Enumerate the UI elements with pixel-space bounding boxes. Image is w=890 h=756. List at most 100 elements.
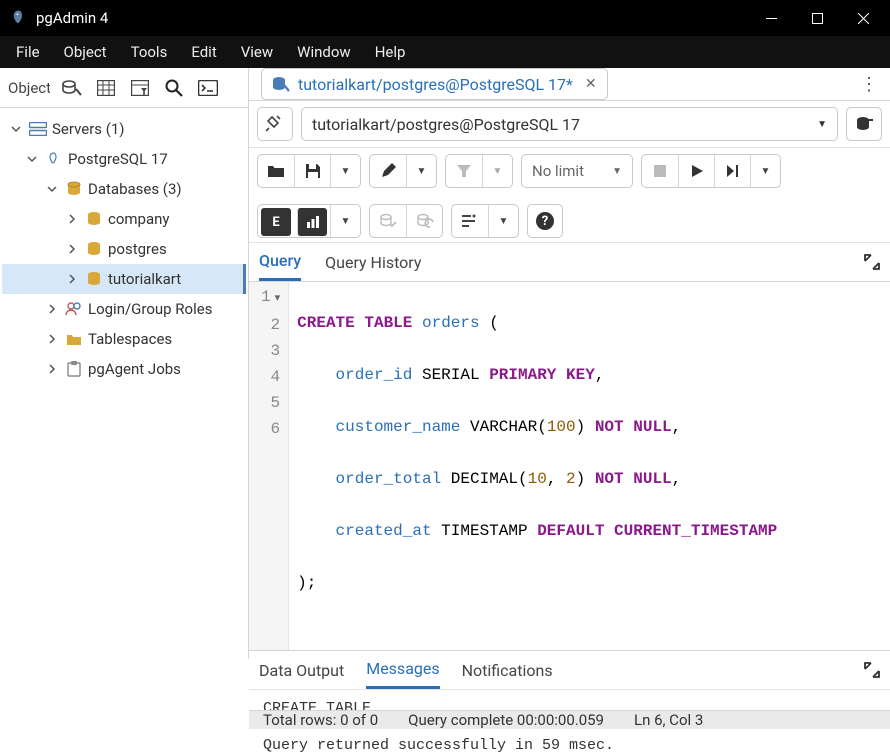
editor-gutter: 1▾ 2 3 4 5 6: [249, 282, 289, 650]
editor-code[interactable]: CREATE TABLE orders ( order_id SERIAL PR…: [289, 282, 785, 650]
menu-file[interactable]: File: [6, 39, 50, 65]
macros-button[interactable]: [452, 205, 488, 237]
maximize-button[interactable]: [794, 0, 840, 36]
stop-button[interactable]: [642, 155, 678, 187]
filter-rows-icon[interactable]: [124, 73, 156, 103]
edit-button[interactable]: [370, 155, 406, 187]
tree-label: Servers (1): [52, 120, 125, 138]
tree-node-db-tutorialkart[interactable]: tutorialkart: [2, 264, 246, 294]
tree-node-databases[interactable]: Databases (3): [2, 174, 246, 204]
view-data-icon[interactable]: [90, 73, 122, 103]
execute-button[interactable]: [678, 155, 714, 187]
status-bar: Total rows: 0 of 0 Query complete 00:00:…: [249, 710, 890, 729]
folder-icon: [64, 332, 84, 346]
close-button[interactable]: [840, 0, 886, 36]
explain-analyze-button[interactable]: [297, 208, 327, 236]
svg-text:?: ?: [542, 214, 548, 229]
tool-tab-title: tutorialkart/postgres@PostgreSQL 17*: [298, 75, 573, 94]
chevron-right-icon[interactable]: [44, 334, 60, 344]
tree-node-tablespaces[interactable]: Tablespaces: [2, 324, 246, 354]
tab-data-output[interactable]: Data Output: [259, 653, 344, 688]
chevron-right-icon[interactable]: [44, 304, 60, 314]
fold-icon[interactable]: ▾: [275, 286, 281, 312]
chevron-right-icon[interactable]: [64, 274, 80, 284]
explain-dropdown[interactable]: ▼: [330, 205, 360, 237]
tree-label: PostgreSQL 17: [68, 150, 168, 168]
menu-view[interactable]: View: [231, 39, 283, 65]
connection-status-icon[interactable]: [257, 107, 293, 141]
tool-tab[interactable]: tutorialkart/postgres@PostgreSQL 17* ✕: [261, 68, 608, 100]
menu-tools[interactable]: Tools: [121, 39, 178, 65]
tree-label: Login/Group Roles: [88, 300, 212, 318]
explain-button[interactable]: E: [261, 208, 291, 236]
tree-node-pgagent[interactable]: pgAgent Jobs: [2, 354, 246, 384]
window-title: pgAdmin 4: [36, 9, 748, 27]
query-tool-icon[interactable]: [56, 73, 88, 103]
search-objects-icon[interactable]: [158, 73, 190, 103]
clipboard-icon: [64, 361, 84, 377]
tree-node-login-roles[interactable]: Login/Group Roles: [2, 294, 246, 324]
connection-value: tutorialkart/postgres@PostgreSQL 17: [312, 115, 580, 134]
chevron-down-icon[interactable]: [24, 154, 40, 164]
filter-button[interactable]: [446, 155, 482, 187]
chevron-down-icon: ▼: [817, 119, 827, 130]
database-icon: [84, 211, 104, 227]
tab-close-icon[interactable]: ✕: [585, 76, 597, 92]
tree-node-postgresql17[interactable]: PostgreSQL 17: [2, 144, 246, 174]
limit-dropdown[interactable]: No limit ▼: [522, 155, 632, 187]
connection-dropdown[interactable]: tutorialkart/postgres@PostgreSQL 17 ▼: [301, 107, 838, 141]
menubar: File Object Tools Edit View Window Help: [0, 36, 890, 68]
chevron-right-icon[interactable]: [64, 244, 80, 254]
execute-script-button[interactable]: [714, 155, 750, 187]
save-button[interactable]: [294, 155, 330, 187]
tab-query[interactable]: Query: [259, 243, 301, 281]
chevron-right-icon[interactable]: [64, 214, 80, 224]
window-titlebar: pgAdmin 4: [0, 0, 890, 36]
menu-window[interactable]: Window: [287, 39, 361, 65]
query-tabs: Query Query History: [249, 243, 890, 282]
tab-query-history[interactable]: Query History: [325, 245, 421, 280]
minimize-button[interactable]: [748, 0, 794, 36]
maximize-editor-icon[interactable]: [864, 254, 880, 270]
chevron-down-icon[interactable]: [44, 184, 60, 194]
sidebar-toolbar: Object Explorer: [0, 68, 248, 108]
tree-node-db-company[interactable]: company: [2, 204, 246, 234]
kebab-menu-icon[interactable]: ⋮: [860, 74, 878, 95]
output-tabs: Data Output Messages Notifications: [249, 650, 890, 690]
save-dropdown[interactable]: ▼: [330, 155, 360, 187]
edit-dropdown[interactable]: ▼: [406, 155, 436, 187]
tree-label: Tablespaces: [88, 330, 172, 348]
object-explorer-sidebar: Object Explorer Servers (1): [0, 68, 249, 659]
menu-edit[interactable]: Edit: [181, 39, 226, 65]
sql-editor[interactable]: 1▾ 2 3 4 5 6 CREATE TABLE orders ( order…: [249, 282, 890, 650]
connection-row: tutorialkart/postgres@PostgreSQL 17 ▼: [249, 101, 890, 148]
open-file-button[interactable]: [258, 155, 294, 187]
limit-label: No limit: [532, 162, 584, 180]
sidebar-title: Object Explorer: [6, 79, 50, 97]
chevron-right-icon[interactable]: [44, 364, 60, 374]
commit-button[interactable]: [370, 205, 406, 237]
new-connection-icon[interactable]: [846, 107, 882, 141]
tree-node-servers[interactable]: Servers (1): [2, 114, 246, 144]
elephant-icon: [44, 151, 64, 167]
status-time: Query complete 00:00:00.059: [408, 711, 604, 729]
execute-dropdown[interactable]: ▼: [750, 155, 780, 187]
query-tool-db-icon: [272, 76, 290, 92]
tab-messages[interactable]: Messages: [366, 651, 439, 689]
filter-dropdown[interactable]: ▼: [482, 155, 512, 187]
menu-object[interactable]: Object: [54, 39, 117, 65]
tree-node-db-postgres[interactable]: postgres: [2, 234, 246, 264]
tree-label: company: [108, 210, 170, 228]
help-button[interactable]: ?: [527, 204, 563, 238]
query-tool-pane: tutorialkart/postgres@PostgreSQL 17* ✕ ⋮…: [249, 68, 890, 659]
macros-dropdown[interactable]: ▼: [488, 205, 518, 237]
tab-notifications[interactable]: Notifications: [462, 653, 553, 688]
chevron-down-icon[interactable]: [8, 124, 24, 134]
menu-help[interactable]: Help: [365, 39, 416, 65]
tree-label: tutorialkart: [108, 270, 181, 288]
app-logo-icon: [10, 9, 28, 27]
status-rows: Total rows: 0 of 0: [263, 711, 378, 729]
maximize-output-icon[interactable]: [864, 662, 880, 678]
psql-tool-icon[interactable]: [192, 73, 224, 103]
rollback-button[interactable]: [406, 205, 442, 237]
